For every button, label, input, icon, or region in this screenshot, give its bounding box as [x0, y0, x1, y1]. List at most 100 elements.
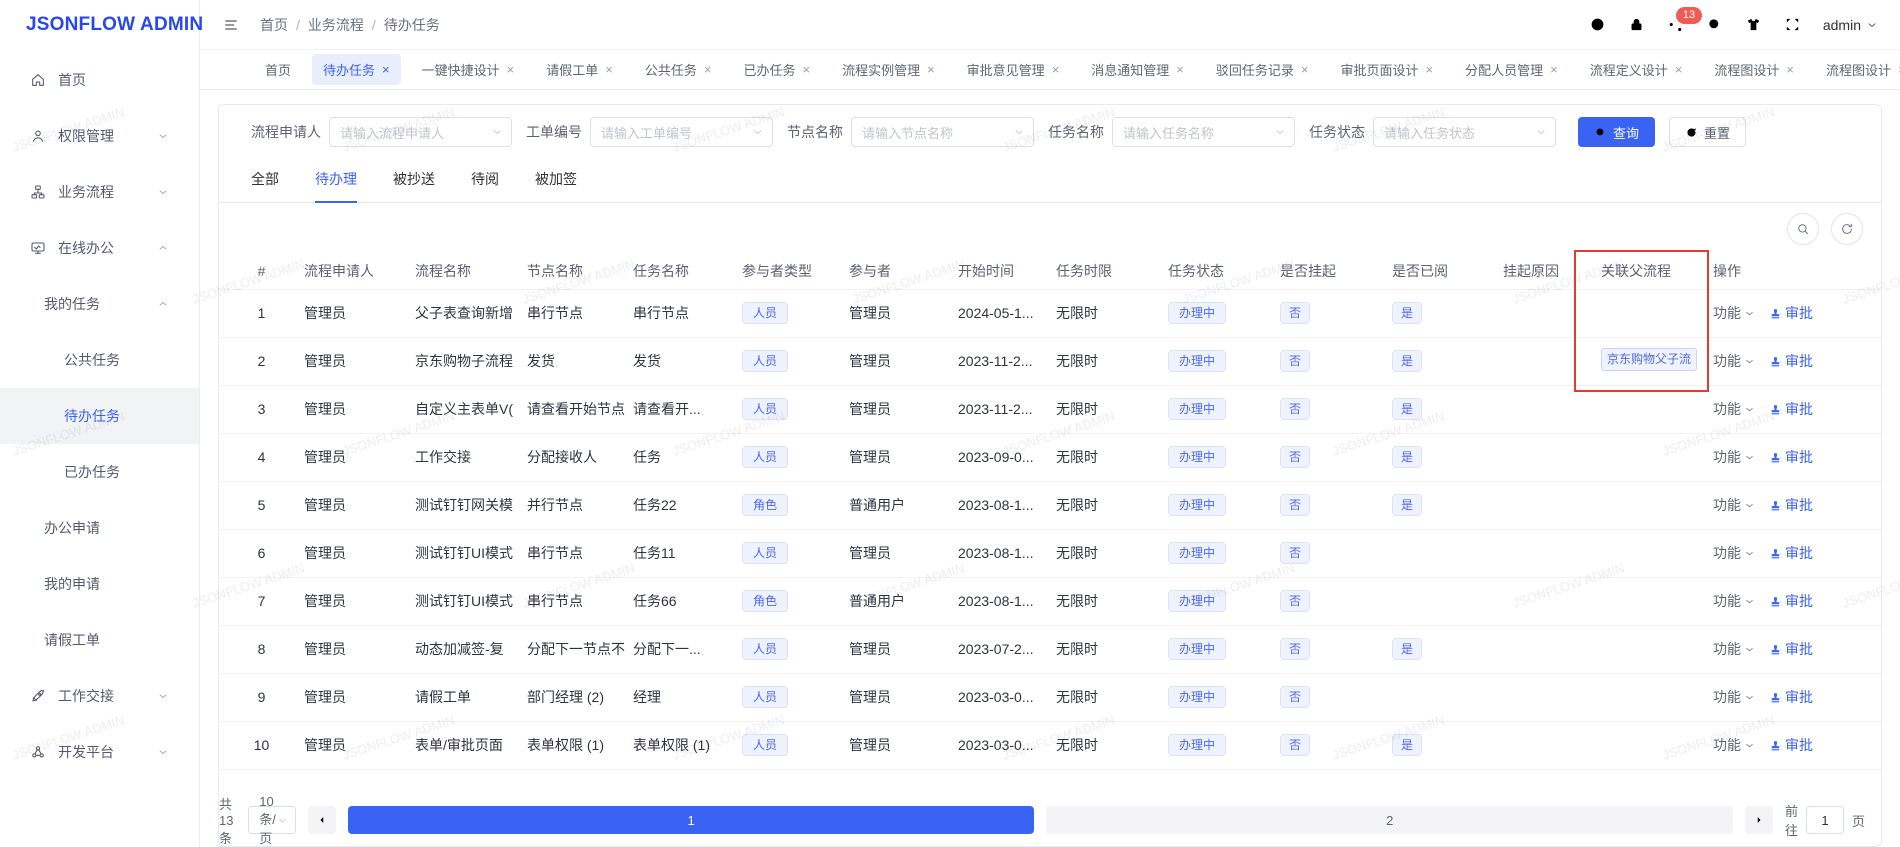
- sidebar-item-2[interactable]: 业务流程: [0, 164, 199, 220]
- subtab-2[interactable]: 被抄送: [393, 169, 435, 202]
- row-approve-button[interactable]: 审批: [1769, 351, 1813, 371]
- row-approve-button[interactable]: 审批: [1769, 447, 1813, 467]
- table-search-button[interactable]: [1787, 213, 1819, 245]
- search-button[interactable]: 查询: [1578, 117, 1655, 147]
- prev-page-button[interactable]: [308, 806, 336, 834]
- sidebar-item-7[interactable]: 已办任务: [0, 444, 199, 500]
- reset-button[interactable]: 重置: [1669, 117, 1746, 147]
- cell-text: 工作交接: [415, 449, 471, 465]
- sidebar-item-8[interactable]: 办公申请: [0, 500, 199, 556]
- topbar-language-icon[interactable]: [1589, 16, 1606, 33]
- close-tab-icon[interactable]: ×: [927, 63, 935, 76]
- close-tab-icon[interactable]: ×: [1675, 63, 1683, 76]
- close-tab-icon[interactable]: ×: [507, 63, 515, 76]
- cell-text: 无限时: [1056, 497, 1098, 513]
- tab-1[interactable]: 待办任务×: [312, 54, 401, 85]
- tab-11[interactable]: 分配人员管理×: [1454, 54, 1569, 85]
- tab-10[interactable]: 审批页面设计×: [1330, 54, 1445, 85]
- breadcrumb-item-0[interactable]: 首页: [260, 15, 288, 35]
- row-approve-button[interactable]: 审批: [1769, 543, 1813, 563]
- row-more-button[interactable]: 功能: [1713, 351, 1755, 371]
- tab-12[interactable]: 流程定义设计×: [1579, 54, 1694, 85]
- topbar-fullscreen-icon[interactable]: [1784, 16, 1801, 33]
- row-approve-button[interactable]: 审批: [1769, 495, 1813, 515]
- row-more-button[interactable]: 功能: [1713, 399, 1755, 419]
- parent-flow-link[interactable]: 京东购物父子流: [1601, 348, 1697, 370]
- row-more-button[interactable]: 功能: [1713, 591, 1755, 611]
- close-tab-icon[interactable]: ×: [1052, 63, 1060, 76]
- page-button-1[interactable]: 1: [348, 806, 1035, 834]
- tab-7[interactable]: 审批意见管理×: [956, 54, 1071, 85]
- cell-participant: 管理员: [849, 673, 958, 721]
- filter-select-2[interactable]: 请输入节点名称: [851, 117, 1034, 147]
- sidebar-item-3[interactable]: 在线办公: [0, 220, 199, 276]
- row-approve-button[interactable]: 审批: [1769, 399, 1813, 419]
- sidebar-item-11[interactable]: 工作交接: [0, 668, 199, 724]
- close-tab-icon[interactable]: ×: [605, 63, 613, 76]
- tab-6[interactable]: 流程实例管理×: [831, 54, 946, 85]
- table-refresh-button[interactable]: [1831, 213, 1863, 245]
- tab-0[interactable]: 首页: [254, 54, 302, 85]
- close-tab-icon[interactable]: ×: [704, 63, 712, 76]
- next-page-button[interactable]: [1745, 806, 1773, 834]
- row-approve-button[interactable]: 审批: [1769, 735, 1813, 755]
- subtab-3[interactable]: 待阅: [471, 169, 499, 202]
- sidebar-item-9[interactable]: 我的申请: [0, 556, 199, 612]
- row-more-button[interactable]: 功能: [1713, 687, 1755, 707]
- row-approve-button[interactable]: 审批: [1769, 303, 1813, 323]
- sidebar-item-12[interactable]: 开发平台: [0, 724, 199, 780]
- subtab-0[interactable]: 全部: [251, 169, 279, 202]
- subtab-4[interactable]: 被加签: [535, 169, 577, 202]
- breadcrumb-item-1[interactable]: 业务流程: [308, 15, 364, 35]
- row-more-button[interactable]: 功能: [1713, 447, 1755, 467]
- close-tab-icon[interactable]: ×: [1550, 63, 1558, 76]
- row-more-button[interactable]: 功能: [1713, 303, 1755, 323]
- topbar-lock-icon[interactable]: [1628, 16, 1645, 33]
- topbar-theme-icon[interactable]: [1745, 16, 1762, 33]
- filter-select-4[interactable]: 请输入任务状态: [1373, 117, 1556, 147]
- row-approve-button[interactable]: 审批: [1769, 639, 1813, 659]
- row-approve-button[interactable]: 审批: [1769, 591, 1813, 611]
- topbar-share-icon[interactable]: 13: [1667, 16, 1684, 33]
- tab-4[interactable]: 公共任务×: [634, 54, 723, 85]
- tab-13[interactable]: 流程图设计×: [1703, 54, 1805, 85]
- sidebar-item-10[interactable]: 请假工单: [0, 612, 199, 668]
- tab-8[interactable]: 消息通知管理×: [1080, 54, 1195, 85]
- row-approve-button[interactable]: 审批: [1769, 687, 1813, 707]
- close-tab-icon[interactable]: ×: [1426, 63, 1434, 76]
- close-tab-icon[interactable]: ×: [1786, 63, 1794, 76]
- filter-select-3[interactable]: 请输入任务名称: [1112, 117, 1295, 147]
- sidebar-item-4[interactable]: 我的任务: [0, 276, 199, 332]
- close-tab-icon[interactable]: ×: [382, 63, 390, 76]
- cell-participant: 管理员: [849, 385, 958, 433]
- close-tab-icon[interactable]: ×: [1301, 63, 1309, 76]
- filter-select-0[interactable]: 请输入流程申请人: [329, 117, 512, 147]
- tab-14[interactable]: 流程图设计×: [1815, 54, 1900, 85]
- row-actions: 功能审批: [1713, 543, 1875, 563]
- tab-9[interactable]: 驳回任务记录×: [1205, 54, 1320, 85]
- row-more-button[interactable]: 功能: [1713, 735, 1755, 755]
- breadcrumb-item-2[interactable]: 待办任务: [384, 15, 440, 35]
- page-button-2[interactable]: 2: [1046, 806, 1733, 834]
- tab-5[interactable]: 已办任务×: [732, 54, 821, 85]
- user-menu[interactable]: admin: [1823, 17, 1878, 33]
- goto-page-input[interactable]: [1806, 806, 1844, 834]
- subtab-1[interactable]: 待办理: [315, 169, 357, 202]
- sidebar-item-1[interactable]: 权限管理: [0, 108, 199, 164]
- collapse-sidebar-icon[interactable]: [220, 17, 242, 33]
- sidebar-item-5[interactable]: 公共任务: [0, 332, 199, 388]
- filter-select-1[interactable]: 请输入工单编号: [590, 117, 773, 147]
- row-more-button[interactable]: 功能: [1713, 495, 1755, 515]
- cell-text: 管理员: [304, 305, 346, 321]
- row-more-button[interactable]: 功能: [1713, 543, 1755, 563]
- tab-2[interactable]: 一键快捷设计×: [411, 54, 526, 85]
- tab-3[interactable]: 请假工单×: [535, 54, 624, 85]
- row-more-button[interactable]: 功能: [1713, 639, 1755, 659]
- page-size-select[interactable]: 10条/页: [248, 806, 296, 834]
- topbar-search-icon[interactable]: [1706, 16, 1723, 33]
- sidebar-item-0[interactable]: 首页: [0, 52, 199, 108]
- close-tab-icon[interactable]: ×: [1176, 63, 1184, 76]
- cell-suspended: 否: [1280, 337, 1392, 385]
- close-tab-icon[interactable]: ×: [802, 63, 810, 76]
- sidebar-item-6[interactable]: 待办任务: [0, 388, 199, 444]
